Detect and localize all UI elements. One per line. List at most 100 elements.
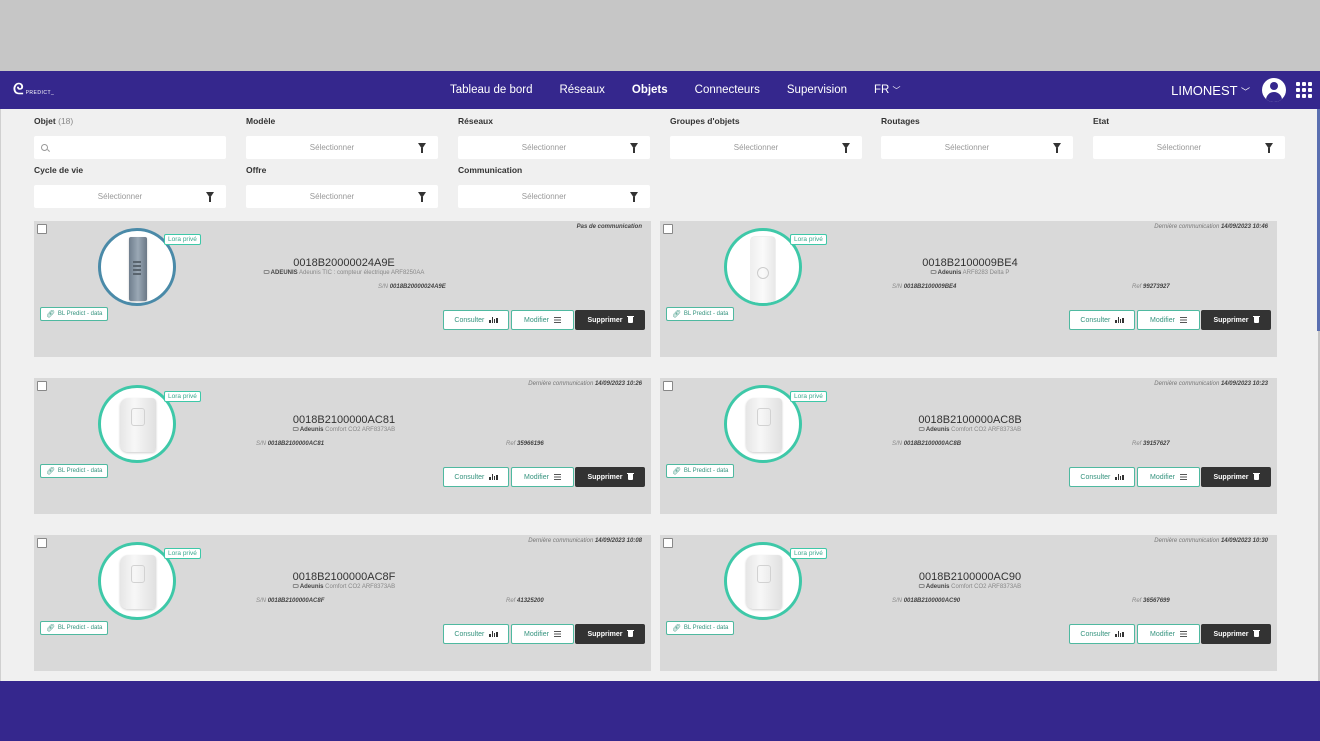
filter-icon: [630, 192, 638, 202]
device-model: Adeunis Comfort CO2 ARF8373AB: [292, 427, 395, 433]
filter-label: Modèle: [246, 116, 276, 126]
delete-button[interactable]: Supprimer: [575, 624, 645, 644]
nav-objets[interactable]: Objets: [632, 84, 668, 96]
site-selector[interactable]: LIMONEST ﹀: [1171, 83, 1250, 98]
slim-device-icon: [751, 237, 775, 303]
nav-tableau-de-bord[interactable]: Tableau de bord: [450, 84, 532, 96]
device-name: 0018B2100009BE4: [922, 257, 1018, 269]
sensor-device-icon: [120, 398, 156, 452]
filter-etat: Etat Sélectionner: [1093, 115, 1285, 159]
sliders-icon: [1179, 631, 1187, 637]
bottom-band: [0, 681, 1320, 741]
language-selector[interactable]: FR ﹀: [874, 84, 901, 96]
routages-select[interactable]: Sélectionner: [881, 136, 1073, 159]
delete-button[interactable]: Supprimer: [1201, 310, 1271, 330]
bl-predict-tag[interactable]: 🔗︎ BL Predict - data: [666, 621, 735, 635]
device-sn: S/N 0018B2100000AC8F: [256, 598, 325, 604]
nav-connecteurs[interactable]: Connecteurs: [695, 84, 760, 96]
reseaux-select[interactable]: Sélectionner: [458, 136, 650, 159]
sensor-device-icon: [746, 398, 782, 452]
modify-button[interactable]: Modifier: [1137, 624, 1200, 644]
chevron-down-icon: ﹀: [892, 86, 901, 95]
modify-button[interactable]: Modifier: [1137, 310, 1200, 330]
modify-button[interactable]: Modifier: [511, 624, 574, 644]
trash-icon: [1252, 472, 1260, 480]
logo-mark-icon: ᘓ: [13, 81, 24, 98]
offre-select[interactable]: Sélectionner: [246, 185, 438, 208]
select-checkbox[interactable]: [37, 538, 47, 548]
filter-reseaux: Réseaux Sélectionner: [458, 115, 650, 159]
consult-button[interactable]: Consulter: [1069, 467, 1135, 487]
bl-predict-tag[interactable]: 🔗︎ BL Predict - data: [40, 307, 109, 321]
bl-predict-tag[interactable]: 🔗︎ BL Predict - data: [40, 464, 109, 478]
delete-button[interactable]: Supprimer: [575, 467, 645, 487]
device-model: Adeunis Comfort CO2 ARF8373AB: [918, 427, 1021, 433]
filter-icon: [1265, 143, 1273, 153]
chart-bars-icon: [1115, 631, 1124, 637]
network-badge: Lora privé: [790, 391, 827, 402]
bl-predict-tag[interactable]: 🔗︎ BL Predict - data: [666, 464, 735, 478]
select-checkbox[interactable]: [37, 381, 47, 391]
nav-reseaux[interactable]: Réseaux: [559, 84, 604, 96]
network-badge: Lora privé: [164, 391, 201, 402]
filter-label: Communication: [458, 165, 523, 175]
last-communication: Dernière communication 14/09/2023 10:46: [1154, 224, 1268, 230]
select-checkbox[interactable]: [37, 224, 47, 234]
device-ref: Ref 39157627: [1132, 441, 1170, 447]
user-avatar-icon[interactable]: [1262, 78, 1286, 102]
bl-predict-tag[interactable]: 🔗︎ BL Predict - data: [666, 307, 735, 321]
chart-bars-icon: [489, 474, 498, 480]
tag-icon: [918, 584, 925, 589]
delete-button[interactable]: Supprimer: [1201, 624, 1271, 644]
nav-right: LIMONEST ﹀: [1171, 71, 1312, 109]
consult-button[interactable]: Consulter: [443, 310, 509, 330]
device-name: 0018B2100000AC90: [918, 571, 1022, 583]
delete-button[interactable]: Supprimer: [575, 310, 645, 330]
sliders-icon: [1179, 317, 1187, 323]
filter-communication: Communication Sélectionner: [458, 164, 650, 208]
filter-modele: Modèle Sélectionner: [246, 115, 438, 159]
chart-bars-icon: [489, 317, 498, 323]
device-sn: S/N 0018B2100000AC8B: [892, 441, 962, 447]
select-checkbox[interactable]: [663, 224, 673, 234]
device-model: Adeunis ARF8283 Delta P: [930, 270, 1009, 276]
last-communication: Dernière communication 14/09/2023 10:30: [1154, 538, 1268, 544]
tag-icon: [263, 270, 270, 275]
consult-button[interactable]: Consulter: [443, 624, 509, 644]
apps-grid-icon[interactable]: [1296, 82, 1312, 98]
modify-button[interactable]: Modifier: [511, 467, 574, 487]
metal-device-icon: [129, 237, 147, 301]
filter-objet: Objet (18): [34, 115, 226, 159]
communication-select[interactable]: Sélectionner: [458, 185, 650, 208]
device-name: 0018B2100000AC81: [292, 414, 396, 426]
link-icon: 🔗︎: [672, 311, 681, 318]
device-card: Dernière communication 14/09/2023 10:08 …: [34, 535, 651, 671]
bl-predict-tag[interactable]: 🔗︎ BL Predict - data: [40, 621, 109, 635]
trash-icon: [626, 472, 634, 480]
predict-logo[interactable]: ᘓ PREDICT_: [13, 81, 54, 98]
groupes-select[interactable]: Sélectionner: [670, 136, 862, 159]
filter-icon: [206, 192, 214, 202]
modele-select[interactable]: Sélectionner: [246, 136, 438, 159]
consult-button[interactable]: Consulter: [443, 467, 509, 487]
search-input[interactable]: [34, 136, 226, 159]
nav-supervision[interactable]: Supervision: [787, 84, 847, 96]
filter-label: Réseaux: [458, 116, 493, 126]
filter-groupes: Groupes d'objets Sélectionner: [670, 115, 862, 159]
link-icon: 🔗︎: [672, 468, 681, 475]
filter-icon: [418, 192, 426, 202]
cycle-select[interactable]: Sélectionner: [34, 185, 226, 208]
delete-button[interactable]: Supprimer: [1201, 467, 1271, 487]
modify-button[interactable]: Modifier: [1137, 467, 1200, 487]
select-checkbox[interactable]: [663, 381, 673, 391]
top-gray-band: [0, 0, 1320, 71]
etat-select[interactable]: Sélectionner: [1093, 136, 1285, 159]
modify-button[interactable]: Modifier: [511, 310, 574, 330]
object-count: (18): [58, 116, 74, 126]
trash-icon: [626, 629, 634, 637]
consult-button[interactable]: Consulter: [1069, 310, 1135, 330]
select-checkbox[interactable]: [663, 538, 673, 548]
consult-button[interactable]: Consulter: [1069, 624, 1135, 644]
filter-label: Cycle de vie: [34, 165, 84, 175]
trash-icon: [1252, 315, 1260, 323]
